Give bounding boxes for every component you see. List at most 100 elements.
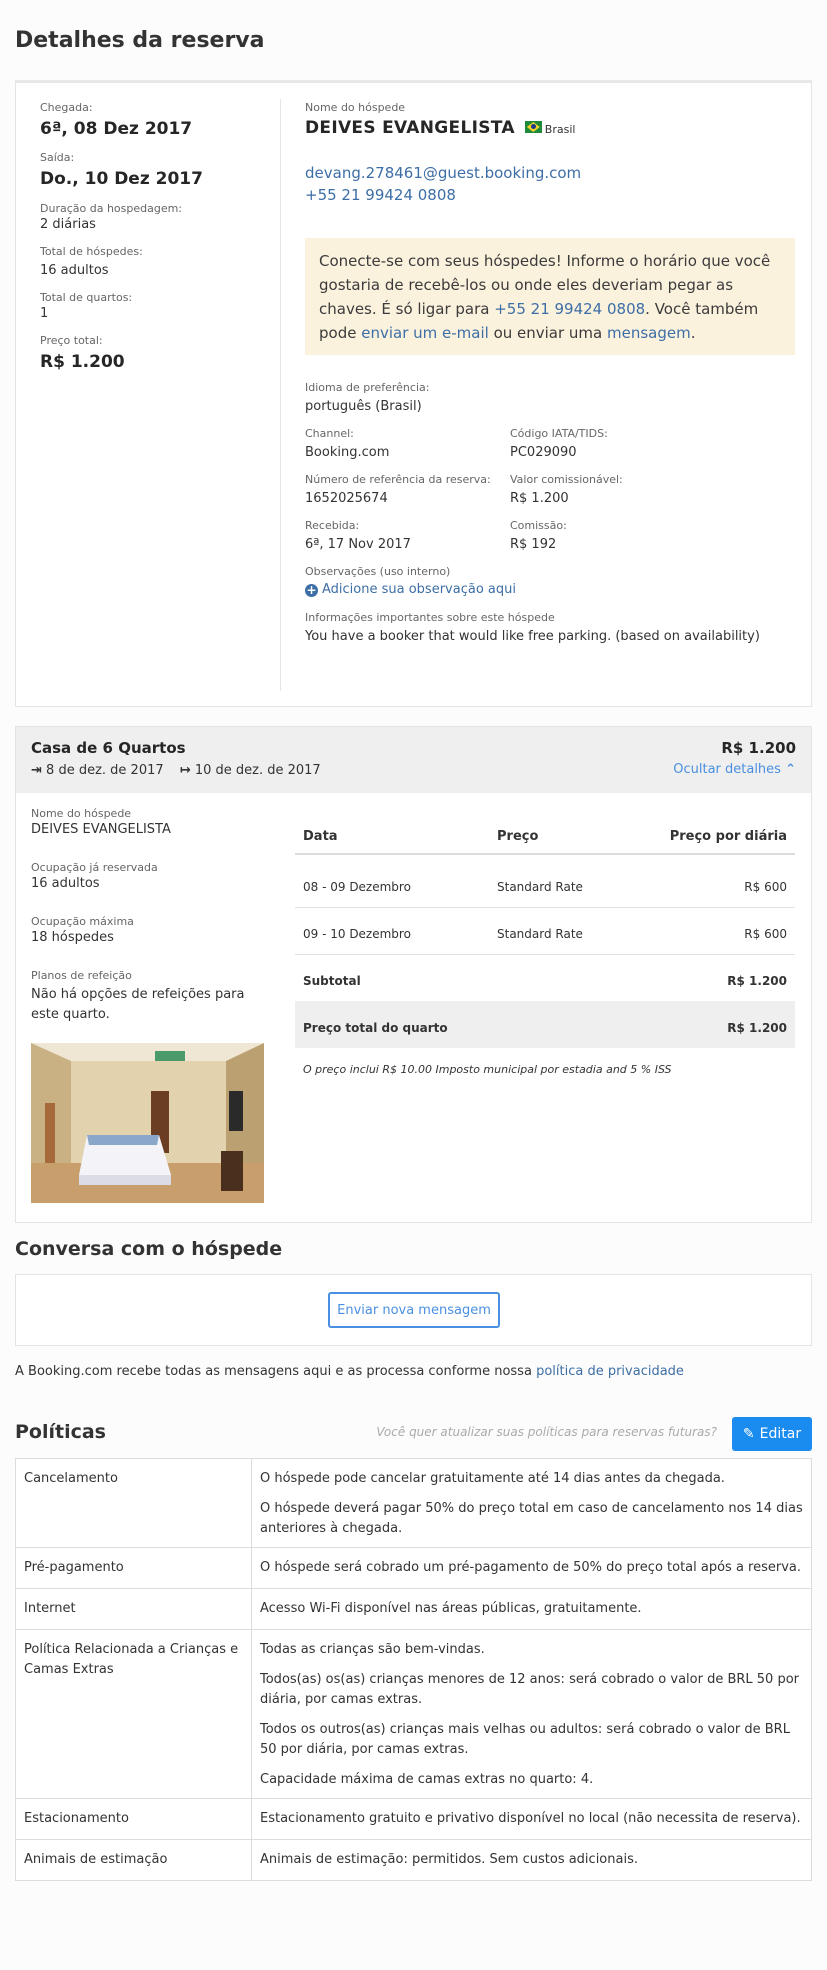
- commissionable-label: Valor comissionável:: [510, 473, 623, 486]
- chevron-up-icon: ⌃: [785, 762, 796, 777]
- subtotal-label: Subtotal: [303, 974, 361, 988]
- row-price: R$ 600: [744, 880, 787, 894]
- row-date: 09 - 10 Dezembro: [303, 927, 411, 941]
- policy-line: Todos os outros(as) crianças mais velhas…: [260, 1722, 790, 1757]
- notice-email-link[interactable]: enviar um e-mail: [361, 324, 489, 342]
- policy-name: Pré-pagamento: [16, 1548, 252, 1588]
- received-value: 6ª, 17 Nov 2017: [305, 537, 411, 552]
- guests-label: Total de hóspedes:: [40, 245, 143, 258]
- policy-name: Internet: [16, 1589, 252, 1629]
- notice-message-link[interactable]: mensagem: [607, 324, 691, 342]
- important-info-label: Informações importantes sobre este hóspe…: [305, 611, 555, 624]
- col-date: Data: [303, 829, 338, 844]
- policy-name: Política Relacionada a Crianças e Camas …: [16, 1630, 252, 1798]
- notice-text: ou enviar uma: [488, 324, 608, 342]
- reservation-summary-card: Chegada: 6ª, 08 Dez 2017 Saída: Do., 10 De…: [15, 80, 812, 707]
- row-rate: Standard Rate: [497, 927, 583, 941]
- add-note-link[interactable]: + Adicione sua observação aqui: [305, 582, 516, 597]
- notice-phone-link[interactable]: +55 21 99424 0808: [494, 300, 645, 318]
- max-occupancy-value: 18 hóspedes: [31, 930, 114, 945]
- guest-phone-link[interactable]: +55 21 99424 0808: [305, 186, 456, 204]
- guest-country: Brasil: [544, 123, 576, 136]
- row-divider: [295, 954, 795, 955]
- col-per-night: Preço por diária: [669, 829, 787, 844]
- occupancy-label: Ocupação já reservada: [31, 861, 158, 874]
- checkout-date: 10 de dez. de 2017: [194, 763, 321, 778]
- edit-policies-button[interactable]: ✎ Editar: [732, 1417, 812, 1451]
- policy-line: Acesso Wi-Fi disponível nas áreas públic…: [260, 1601, 642, 1616]
- policy-row: Internet Acesso Wi-Fi disponível nas áre…: [16, 1589, 811, 1630]
- policy-line: Todas as crianças são bem-vindas.: [260, 1642, 485, 1657]
- column-divider: [280, 99, 281, 691]
- language-label: Idioma de preferência:: [305, 381, 430, 394]
- received-label: Recebida:: [305, 519, 360, 532]
- guest-name-label: Nome do hóspede: [305, 101, 406, 114]
- policy-name: Animais de estimação: [16, 1840, 252, 1880]
- room-photo: [31, 1043, 264, 1203]
- policy-row: Estacionamento Estacionamento gratuito e…: [16, 1799, 811, 1840]
- room-card: Casa de 6 Quartos ⇥ 8 de dez. de 2017 ↦ …: [15, 726, 812, 1223]
- policy-text: Animais de estimação: permitidos. Sem cu…: [252, 1840, 811, 1880]
- reference-value: 1652025674: [305, 491, 388, 506]
- hide-details-toggle[interactable]: Ocultar detalhes ⌃: [673, 762, 796, 777]
- max-occupancy-label: Ocupação máxima: [31, 915, 134, 928]
- plus-circle-icon: +: [305, 583, 318, 597]
- room-guest-name: DEIVES EVANGELISTA: [31, 822, 171, 837]
- meal-plan-label: Planos de refeição: [31, 969, 132, 982]
- brazil-flag-icon: [524, 121, 542, 133]
- subtotal-value: R$ 1.200: [727, 974, 787, 988]
- policies-title: Políticas: [15, 1421, 106, 1443]
- hide-details-label: Ocultar detalhes: [673, 762, 781, 777]
- policy-text: Todas as crianças são bem-vindas. Todos(…: [252, 1630, 811, 1798]
- row-price: R$ 600: [744, 927, 787, 941]
- policy-name: Cancelamento: [16, 1459, 252, 1547]
- commissionable-value: R$ 1.200: [510, 491, 569, 506]
- conversation-box: Enviar nova mensagem: [15, 1274, 812, 1346]
- tax-note-text: O preço inclui R$ 10.00 Imposto municipa…: [303, 1063, 672, 1076]
- row-divider: [295, 907, 795, 908]
- room-title: Casa de 6 Quartos: [31, 739, 186, 757]
- privacy-notice: A Booking.com recebe todas as mensagens …: [15, 1364, 684, 1379]
- policy-row: Animais de estimação Animais de estimaçã…: [16, 1840, 811, 1880]
- row-date: 08 - 09 Dezembro: [303, 880, 411, 894]
- important-info-value: You have a booker that would like free p…: [305, 629, 760, 644]
- policy-line: Capacidade máxima de camas extras no qua…: [260, 1772, 594, 1787]
- guests-value: 16 adultos: [40, 263, 109, 278]
- total-price: R$ 1.200: [40, 352, 125, 372]
- policy-row: Cancelamento O hóspede pode cancelar gra…: [16, 1459, 811, 1548]
- contact-guests-notice: Conecte-se com seus hóspedes! Informe o …: [305, 238, 795, 355]
- policy-text: O hóspede será cobrado um pré-pagamento …: [252, 1548, 811, 1588]
- rooms-value: 1: [40, 306, 49, 321]
- privacy-policy-link[interactable]: política de privacidade: [536, 1364, 684, 1379]
- rooms-label: Total de quartos:: [40, 291, 133, 304]
- departure-label: Saída:: [40, 151, 75, 164]
- room-dates: ⇥ 8 de dez. de 2017 ↦ 10 de dez. de 2017: [31, 763, 321, 778]
- policy-name: Estacionamento: [16, 1799, 252, 1839]
- commission-label: Comissão:: [510, 519, 567, 532]
- occupancy-value: 16 adultos: [31, 876, 100, 891]
- checkin-icon: ⇥: [31, 763, 42, 778]
- language-value: português (Brasil): [305, 399, 422, 414]
- price-label: Preço total:: [40, 334, 103, 347]
- policy-line: Animais de estimação: permitidos. Sem cu…: [260, 1852, 638, 1867]
- checkout-icon: ↦: [179, 763, 191, 778]
- guest-email-link[interactable]: devang.278461@guest.booking.com: [305, 164, 581, 182]
- policy-text: Acesso Wi-Fi disponível nas áreas públic…: [252, 1589, 811, 1629]
- total-value: R$ 1.200: [727, 1021, 787, 1035]
- channel-label: Channel:: [305, 427, 354, 440]
- room-header: Casa de 6 Quartos ⇥ 8 de dez. de 2017 ↦ …: [16, 727, 811, 793]
- row-rate: Standard Rate: [497, 880, 583, 894]
- meal-plan-value: Não há opções de refeições para este qua…: [31, 987, 245, 1022]
- commission-value: R$ 192: [510, 537, 557, 552]
- edit-label: Editar: [759, 1426, 802, 1442]
- arrival-label: Chegada:: [40, 101, 93, 114]
- policy-line: O hóspede será cobrado um pré-pagamento …: [260, 1560, 802, 1575]
- policy-line: Todos(as) os(as) crianças menores de 12 …: [260, 1672, 800, 1707]
- send-message-button[interactable]: Enviar nova mensagem: [328, 1292, 500, 1328]
- policy-row: Política Relacionada a Crianças e Camas …: [16, 1630, 811, 1799]
- policy-row: Pré-pagamento O hóspede será cobrado um …: [16, 1548, 811, 1589]
- policies-question: Você quer atualizar suas políticas para …: [376, 1425, 717, 1439]
- policy-text: Estacionamento gratuito e privativo disp…: [252, 1799, 811, 1839]
- header-divider: [295, 853, 795, 855]
- guest-name: DEIVES EVANGELISTA: [305, 118, 515, 138]
